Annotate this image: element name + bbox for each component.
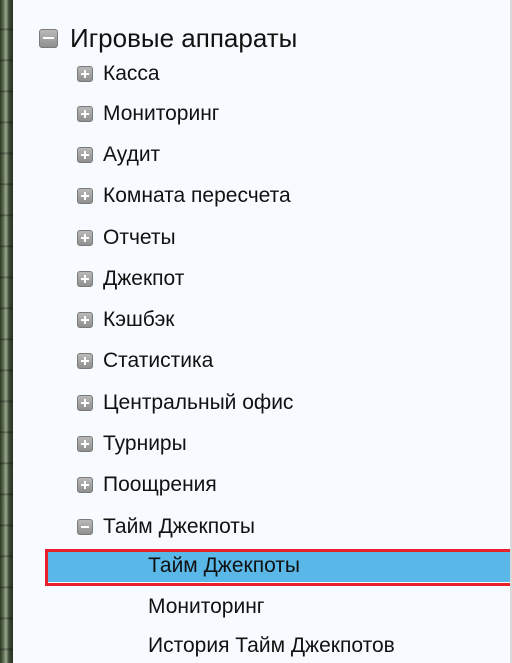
expand-icon[interactable] [77,271,93,288]
tree-node-label: Турниры [103,432,187,456]
expand-icon[interactable] [77,477,93,494]
tree-node-label: Статистика [103,349,214,373]
tree-node-label: Поощрения [103,473,217,497]
expand-icon[interactable] [77,312,93,329]
tree-node-label: Джекпот [103,267,185,291]
tree-node-central-office[interactable]: Центральный офис [77,387,293,419]
expand-icon[interactable] [77,395,93,412]
tree-node-label: Мониторинг [103,102,220,126]
tree-leaf-time-jackpot-history[interactable]: История Тайм Джекпотов [148,630,395,662]
expand-icon[interactable] [77,230,93,247]
app-window: Игровые аппараты Касса Мониторинг Аудит … [0,0,512,663]
tree-node-label: Касса [103,62,160,86]
tree-node-gaming-machines[interactable]: Игровые аппараты [39,20,298,54]
highlight-frame [45,549,512,586]
tree-node-tournaments[interactable]: Турниры [77,428,187,460]
tree-node-label: Кэшбэк [103,308,175,332]
tree-node-rewards[interactable]: Поощрения [77,469,217,501]
tree-node-label: Отчеты [103,226,176,250]
expand-icon[interactable] [77,66,93,83]
window-side-strip [0,0,13,663]
tree-node-label: Комната пересчета [103,184,291,208]
tree-node-label: Игровые аппараты [70,23,298,54]
tree-leaf-label: Мониторинг [148,595,265,619]
tree-node-reports[interactable]: Отчеты [77,222,176,254]
tree-node-cashback[interactable]: Кэшбэк [77,304,175,336]
tree-node-cash[interactable]: Касса [77,58,160,90]
tree-leaf-monitoring[interactable]: Мониторинг [148,591,264,623]
tree-node-count-room[interactable]: Комната пересчета [77,180,291,212]
expand-icon[interactable] [77,353,93,370]
tree-node-statistics[interactable]: Статистика [77,345,213,377]
tree-node-time-jackpots[interactable]: Тайм Джекпоты [77,511,255,543]
tree-node-label: Тайм Джекпоты [103,515,256,539]
expand-icon[interactable] [77,436,93,453]
collapse-icon[interactable] [77,519,93,536]
tree-node-label: Центральный офис [103,391,294,415]
tree-node-audit[interactable]: Аудит [77,139,160,171]
collapse-icon[interactable] [39,28,58,48]
tree-node-label: Аудит [103,143,161,167]
tree-node-jackpot[interactable]: Джекпот [77,263,184,295]
expand-icon[interactable] [77,188,93,205]
tree-node-monitoring[interactable]: Мониторинг [77,98,219,130]
expand-icon[interactable] [77,147,93,164]
tree-leaf-label: История Тайм Джекпотов [148,634,395,658]
expand-icon[interactable] [77,106,93,123]
navigation-tree: Игровые аппараты Касса Мониторинг Аудит … [13,0,512,663]
